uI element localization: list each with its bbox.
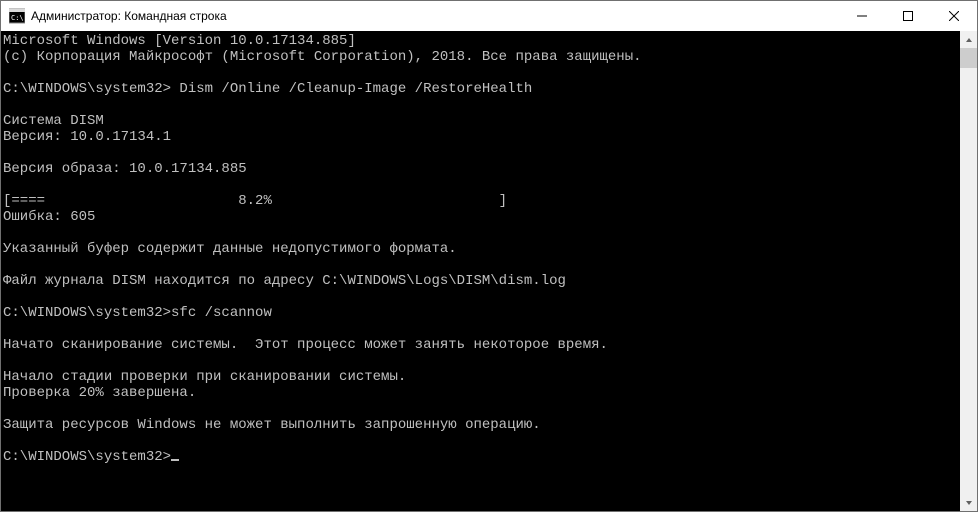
console-line (3, 225, 960, 241)
console-line (3, 433, 960, 449)
console-line: C:\WINDOWS\system32>sfc /scannow (3, 305, 960, 321)
console-line: [==== 8.2% ] (3, 193, 960, 209)
console-line (3, 321, 960, 337)
console-line: Защита ресурсов Windows не может выполни… (3, 417, 960, 433)
close-button[interactable] (931, 1, 977, 31)
scroll-up-button[interactable] (960, 31, 977, 48)
scrollbar-thumb[interactable] (960, 48, 977, 68)
console-line: Cистема DISM (3, 113, 960, 129)
console-line: Файл журнала DISM находится по адресу C:… (3, 273, 960, 289)
window-title: Администратор: Командная строка (31, 9, 839, 23)
titlebar[interactable]: C:\ Администратор: Командная строка (1, 1, 977, 31)
console-line: Начато сканирование системы. Этот процес… (3, 337, 960, 353)
console-line: Версия образа: 10.0.17134.885 (3, 161, 960, 177)
maximize-button[interactable] (885, 1, 931, 31)
console-line (3, 401, 960, 417)
console-line: Ошибка: 605 (3, 209, 960, 225)
console-line (3, 65, 960, 81)
console-line (3, 289, 960, 305)
client-area: Microsoft Windows [Version 10.0.17134.88… (1, 31, 977, 511)
console-output[interactable]: Microsoft Windows [Version 10.0.17134.88… (1, 31, 960, 511)
console-line: Microsoft Windows [Version 10.0.17134.88… (3, 33, 960, 49)
minimize-button[interactable] (839, 1, 885, 31)
console-line: Указанный буфер содержит данные недопуст… (3, 241, 960, 257)
svg-text:C:\: C:\ (11, 14, 24, 22)
window-controls (839, 1, 977, 31)
console-line: Версия: 10.0.17134.1 (3, 129, 960, 145)
console-line: (c) Корпорация Майкрософт (Microsoft Cor… (3, 49, 960, 65)
vertical-scrollbar[interactable] (960, 31, 977, 511)
console-line (3, 257, 960, 273)
scrollbar-track[interactable] (960, 48, 977, 494)
console-line: C:\WINDOWS\system32> (3, 449, 960, 465)
scroll-down-button[interactable] (960, 494, 977, 511)
console-line: Начало стадии проверки при сканировании … (3, 369, 960, 385)
cmd-icon: C:\ (9, 8, 25, 24)
console-line: C:\WINDOWS\system32> Dism /Online /Clean… (3, 81, 960, 97)
console-line: Проверка 20% завершена. (3, 385, 960, 401)
console-line (3, 145, 960, 161)
console-line (3, 353, 960, 369)
console-line (3, 97, 960, 113)
console-line (3, 177, 960, 193)
window: C:\ Администратор: Командная строка Micr… (0, 0, 978, 512)
text-cursor (171, 459, 179, 461)
